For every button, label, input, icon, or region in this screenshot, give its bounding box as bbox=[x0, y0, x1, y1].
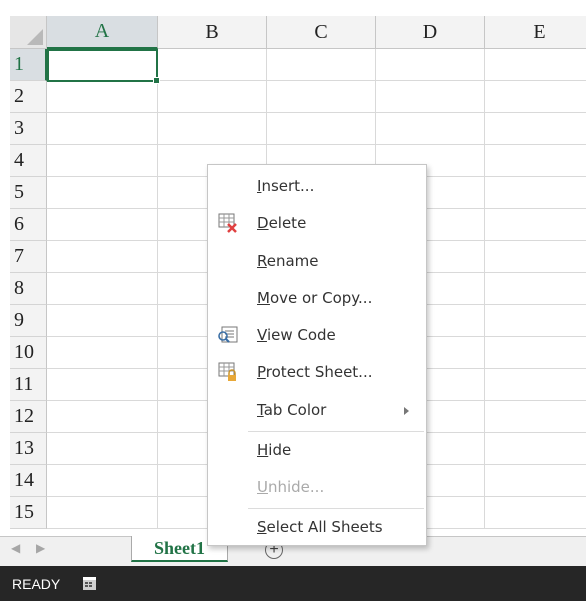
row-header-11[interactable]: 11 bbox=[10, 369, 47, 401]
cell-a10[interactable] bbox=[47, 337, 158, 369]
menu-item-protect-sheet[interactable]: Protect Sheet... bbox=[208, 355, 426, 389]
menu-label-view-code: View Code bbox=[257, 326, 336, 344]
cell-a5[interactable] bbox=[47, 177, 158, 209]
row-header-13[interactable]: 13 bbox=[10, 433, 47, 465]
cell-e7[interactable] bbox=[485, 241, 586, 273]
menu-label-unhide: Unhide... bbox=[257, 478, 325, 496]
cell-e1[interactable] bbox=[485, 49, 586, 81]
cell-a4[interactable] bbox=[47, 145, 158, 177]
cell-a12[interactable] bbox=[47, 401, 158, 433]
menu-label-protect-sheet: Protect Sheet... bbox=[257, 363, 373, 381]
cell-a15[interactable] bbox=[47, 497, 158, 529]
column-header-e[interactable]: E bbox=[485, 16, 586, 49]
sheet-context-menu: Insert... Delete Rename Move or Copy... … bbox=[207, 164, 427, 546]
macro-recorder-icon[interactable] bbox=[82, 576, 97, 591]
cell-a3[interactable] bbox=[47, 113, 158, 145]
cell-a11[interactable] bbox=[47, 369, 158, 401]
cell-a14[interactable] bbox=[47, 465, 158, 497]
menu-label-hide: Hide bbox=[257, 441, 292, 459]
cell-e11[interactable] bbox=[485, 369, 586, 401]
menu-separator bbox=[248, 431, 424, 432]
row-header-12[interactable]: 12 bbox=[10, 401, 47, 433]
cell-a13[interactable] bbox=[47, 433, 158, 465]
cell-e15[interactable] bbox=[485, 497, 586, 529]
row-header-8[interactable]: 8 bbox=[10, 273, 47, 305]
menu-label-insert: Insert... bbox=[257, 177, 315, 195]
cell-e12[interactable] bbox=[485, 401, 586, 433]
view-code-icon bbox=[218, 326, 238, 343]
cell-e4[interactable] bbox=[485, 145, 586, 177]
row-header-2[interactable]: 2 bbox=[10, 81, 47, 113]
menu-label-tab-color: Tab Color bbox=[257, 401, 327, 419]
cell-d2[interactable] bbox=[376, 81, 485, 113]
cell-a9[interactable] bbox=[47, 305, 158, 337]
row-header-10[interactable]: 10 bbox=[10, 337, 47, 369]
select-all-button[interactable] bbox=[10, 16, 47, 49]
menu-item-hide[interactable]: Hide bbox=[208, 433, 426, 467]
menu-item-tab-color[interactable]: Tab Color bbox=[208, 393, 426, 427]
cell-a2[interactable] bbox=[47, 81, 158, 113]
column-header-c[interactable]: C bbox=[267, 16, 376, 49]
cell-d3[interactable] bbox=[376, 113, 485, 145]
row-header-4[interactable]: 4 bbox=[10, 145, 47, 177]
active-cell-a1[interactable] bbox=[47, 49, 160, 84]
cell-e2[interactable] bbox=[485, 81, 586, 113]
menu-label-delete: Delete bbox=[257, 214, 307, 232]
menu-item-rename[interactable]: Rename bbox=[208, 244, 426, 278]
cell-e14[interactable] bbox=[485, 465, 586, 497]
cell-e10[interactable] bbox=[485, 337, 586, 369]
menu-label-rename: Rename bbox=[257, 252, 319, 270]
menu-item-delete[interactable]: Delete bbox=[208, 206, 426, 240]
cell-e8[interactable] bbox=[485, 273, 586, 305]
cell-c1[interactable] bbox=[267, 49, 376, 81]
menu-item-insert[interactable]: Insert... bbox=[208, 169, 426, 203]
cell-c2[interactable] bbox=[267, 81, 376, 113]
cell-e3[interactable] bbox=[485, 113, 586, 145]
row-header-14[interactable]: 14 bbox=[10, 465, 47, 497]
status-bar: READY bbox=[0, 566, 586, 601]
status-text: READY bbox=[12, 575, 61, 592]
menu-label-select-all-sheets: Select All Sheets bbox=[257, 518, 383, 536]
column-header-d[interactable]: D bbox=[376, 16, 485, 49]
cell-c3[interactable] bbox=[267, 113, 376, 145]
cell-e9[interactable] bbox=[485, 305, 586, 337]
submenu-arrow-icon bbox=[404, 407, 409, 415]
cell-b2[interactable] bbox=[158, 81, 267, 113]
scroll-left-icon[interactable]: ◀ bbox=[11, 541, 20, 555]
cell-e5[interactable] bbox=[485, 177, 586, 209]
row-header-6[interactable]: 6 bbox=[10, 209, 47, 241]
fill-handle[interactable] bbox=[153, 77, 160, 84]
cell-a7[interactable] bbox=[47, 241, 158, 273]
cell-b3[interactable] bbox=[158, 113, 267, 145]
menu-item-view-code[interactable]: View Code bbox=[208, 318, 426, 352]
menu-item-select-all-sheets[interactable]: Select All Sheets bbox=[208, 510, 426, 544]
cell-b1[interactable] bbox=[158, 49, 267, 81]
cell-d1[interactable] bbox=[376, 49, 485, 81]
delete-sheet-icon bbox=[218, 213, 237, 233]
scroll-right-icon[interactable]: ▶ bbox=[36, 541, 45, 555]
menu-label-move-or-copy: Move or Copy... bbox=[257, 289, 373, 307]
column-header-b[interactable]: B bbox=[158, 16, 267, 49]
cell-a8[interactable] bbox=[47, 273, 158, 305]
column-header-a[interactable]: A bbox=[47, 16, 158, 49]
menu-item-move-or-copy[interactable]: Move or Copy... bbox=[208, 281, 426, 315]
menu-separator bbox=[248, 508, 424, 509]
row-header-1[interactable]: 1 bbox=[10, 49, 47, 81]
row-header-7[interactable]: 7 bbox=[10, 241, 47, 273]
cell-e6[interactable] bbox=[485, 209, 586, 241]
row-header-5[interactable]: 5 bbox=[10, 177, 47, 209]
row-header-3[interactable]: 3 bbox=[10, 113, 47, 145]
row-header-15[interactable]: 15 bbox=[10, 497, 47, 529]
menu-item-unhide: Unhide... bbox=[208, 470, 426, 504]
row-header-9[interactable]: 9 bbox=[10, 305, 47, 337]
protect-sheet-icon bbox=[218, 362, 236, 381]
cell-a6[interactable] bbox=[47, 209, 158, 241]
cell-e13[interactable] bbox=[485, 433, 586, 465]
